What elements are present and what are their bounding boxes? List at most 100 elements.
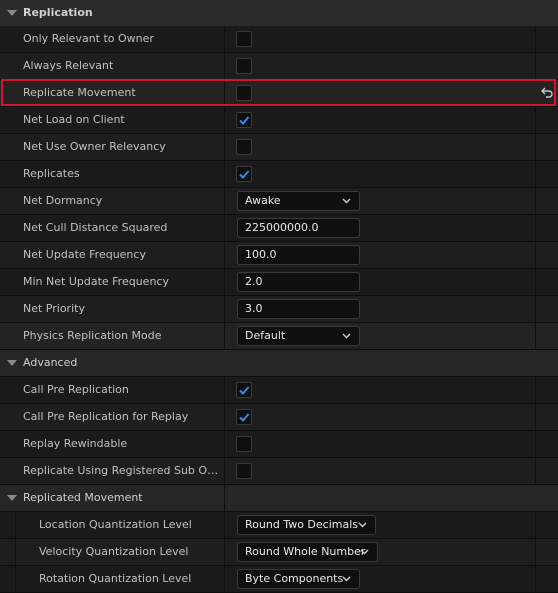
group-title: Advanced: [23, 356, 78, 369]
net-priority-input[interactable]: 3.0: [237, 299, 360, 319]
highlight-outline: [1, 79, 556, 106]
property-row: Physics Replication Mode Default: [0, 323, 558, 350]
net-dormancy-dropdown[interactable]: Awake: [237, 191, 360, 211]
call-pre-replication-for-replay-checkbox[interactable]: [236, 409, 252, 425]
replicate-using-registered-sub-objects-checkbox[interactable]: [236, 463, 252, 479]
property-label: Net Priority: [23, 302, 85, 315]
chevron-down-icon: [342, 576, 351, 582]
property-row: Min Net Update Frequency 2.0: [0, 269, 558, 296]
column-divider: [535, 188, 536, 214]
property-label: Always Relevant: [23, 59, 114, 72]
chevron-down-icon[interactable]: [7, 495, 17, 501]
physics-replication-mode-dropdown[interactable]: Default: [237, 326, 360, 346]
property-label: Call Pre Replication for Replay: [23, 410, 189, 423]
column-divider: [535, 215, 536, 241]
checkmark-icon: [239, 170, 250, 179]
chevron-down-icon: [358, 522, 367, 528]
chevron-down-icon: [342, 198, 351, 204]
property-row: Net Update Frequency 100.0: [0, 242, 558, 269]
net-use-owner-relevancy-checkbox[interactable]: [236, 139, 252, 155]
property-label: Replicates: [23, 167, 80, 180]
category-title: Replication: [23, 6, 93, 19]
checkmark-icon: [239, 386, 250, 395]
column-divider: [535, 566, 536, 592]
property-row: Only Relevant to Owner: [0, 26, 558, 53]
property-row: Net Load on Client: [0, 107, 558, 134]
column-divider: [224, 134, 225, 160]
chevron-down-icon[interactable]: [7, 360, 17, 366]
replicates-checkbox[interactable]: [236, 166, 252, 182]
column-divider: [535, 539, 536, 565]
category-replication[interactable]: Replication: [0, 0, 558, 27]
min-net-update-frequency-input[interactable]: 2.0: [237, 272, 360, 292]
property-row: Net Use Owner Relevancy: [0, 134, 558, 161]
details-panel: Replication Only Relevant to Owner Alway…: [0, 0, 558, 593]
property-row: Always Relevant: [0, 53, 558, 80]
column-divider: [535, 107, 536, 133]
replicated-movement-group-header[interactable]: Replicated Movement: [0, 485, 558, 512]
column-divider: [224, 296, 225, 322]
chevron-down-icon[interactable]: [7, 10, 17, 16]
column-divider: [224, 26, 225, 52]
group-title: Replicated Movement: [23, 491, 143, 504]
net-update-frequency-input[interactable]: 100.0: [237, 245, 360, 265]
dropdown-value: Default: [245, 329, 286, 342]
property-row: Call Pre Replication for Replay: [0, 404, 558, 431]
column-divider: [224, 431, 225, 457]
column-divider: [224, 188, 225, 214]
column-divider: [535, 296, 536, 322]
property-label: Replay Rewindable: [23, 437, 128, 450]
location-quantization-level-dropdown[interactable]: Round Two Decimals: [237, 515, 376, 535]
property-label: Location Quantization Level: [39, 518, 192, 531]
chevron-down-icon: [360, 549, 369, 555]
property-label: Net Use Owner Relevancy: [23, 140, 166, 153]
column-divider: [535, 431, 536, 457]
advanced-group-header[interactable]: Advanced: [0, 350, 558, 377]
property-row: Location Quantization Level Round Two De…: [0, 512, 558, 539]
column-divider: [535, 26, 536, 52]
property-row: Net Cull Distance Squared 225000000.0: [0, 215, 558, 242]
column-divider: [535, 377, 536, 403]
property-row: Net Priority 3.0: [0, 296, 558, 323]
property-label: Net Cull Distance Squared: [23, 221, 168, 234]
column-divider: [224, 566, 225, 592]
property-label: Net Update Frequency: [23, 248, 146, 261]
column-divider: [224, 485, 225, 511]
indent-guide: [15, 512, 16, 538]
column-divider: [535, 404, 536, 430]
column-divider: [224, 404, 225, 430]
rotation-quantization-level-dropdown[interactable]: Byte Components: [237, 569, 360, 589]
velocity-quantization-level-dropdown[interactable]: Round Whole Number: [237, 542, 378, 562]
property-row: Rotation Quantization Level Byte Compone…: [0, 566, 558, 593]
net-load-on-client-checkbox[interactable]: [236, 112, 252, 128]
column-divider: [224, 242, 225, 268]
net-cull-distance-squared-input[interactable]: 225000000.0: [237, 218, 360, 238]
column-divider: [224, 269, 225, 295]
indent-guide: [15, 539, 16, 565]
column-divider: [535, 512, 536, 538]
dropdown-value: Round Two Decimals: [245, 518, 359, 531]
checkmark-icon: [239, 116, 250, 125]
column-divider: [224, 107, 225, 133]
property-label: Min Net Update Frequency: [23, 275, 169, 288]
column-divider: [224, 377, 225, 403]
chevron-down-icon: [342, 333, 351, 339]
call-pre-replication-checkbox[interactable]: [236, 382, 252, 398]
property-row: Replicates: [0, 161, 558, 188]
property-label: Net Dormancy: [23, 194, 103, 207]
checkmark-icon: [239, 413, 250, 422]
indent-guide: [15, 566, 16, 592]
column-divider: [224, 512, 225, 538]
column-divider: [224, 53, 225, 79]
property-label: Net Load on Client: [23, 113, 125, 126]
column-divider: [535, 53, 536, 79]
column-divider: [224, 161, 225, 187]
column-divider: [224, 215, 225, 241]
column-divider: [224, 323, 225, 349]
property-label: Only Relevant to Owner: [23, 32, 154, 45]
column-divider: [535, 458, 536, 484]
replay-rewindable-checkbox[interactable]: [236, 436, 252, 452]
only-relevant-to-owner-checkbox[interactable]: [236, 31, 252, 47]
dropdown-value: Round Whole Number: [245, 545, 366, 558]
always-relevant-checkbox[interactable]: [236, 58, 252, 74]
